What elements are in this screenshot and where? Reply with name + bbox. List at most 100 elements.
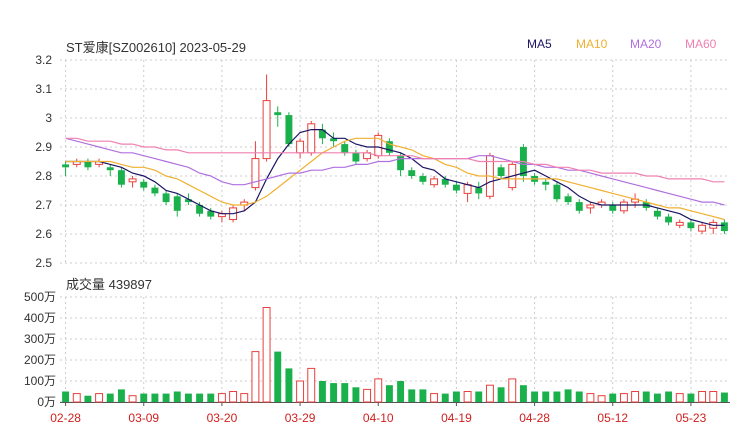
volume-bar bbox=[452, 391, 460, 402]
volume-bar bbox=[341, 383, 349, 402]
x-tick-label: 03-09 bbox=[128, 411, 159, 425]
volume-bar bbox=[475, 391, 483, 402]
candle-body bbox=[609, 205, 617, 211]
candle-body bbox=[151, 187, 159, 194]
candle-body bbox=[352, 152, 360, 162]
candle-body bbox=[586, 204, 595, 209]
volume-bar bbox=[374, 378, 383, 403]
volume-bar bbox=[597, 395, 606, 403]
candle-body bbox=[698, 224, 707, 232]
candle-body bbox=[140, 181, 148, 188]
volume-bar bbox=[642, 391, 650, 402]
volume-bar bbox=[542, 391, 550, 402]
price-tick-label: 2.8 bbox=[35, 169, 52, 183]
candle-body bbox=[62, 164, 70, 168]
candle-body bbox=[307, 123, 316, 154]
volume-tick-label: 500万 bbox=[24, 290, 56, 304]
volume-bar bbox=[675, 393, 684, 403]
volume-bar bbox=[687, 393, 695, 402]
chart-canvas: 3.2 3.1 3 2.9 2.8 2.7 2.6 2.5 500万 400万 300万 200万 10… bbox=[24, 53, 730, 425]
candle-body bbox=[619, 201, 628, 212]
volume-bar bbox=[229, 391, 238, 403]
candle-body bbox=[408, 170, 416, 176]
volume-bar bbox=[285, 368, 293, 402]
candle-body bbox=[475, 187, 483, 194]
candle-body bbox=[117, 170, 125, 185]
candle-body bbox=[285, 115, 293, 145]
volume-bar bbox=[553, 391, 561, 402]
volume-bar bbox=[419, 389, 427, 402]
volume-bar bbox=[531, 391, 539, 402]
price-tick-label: 2.9 bbox=[35, 140, 52, 154]
volume-bar bbox=[709, 391, 718, 403]
volume-bar bbox=[463, 391, 472, 403]
volume-bar bbox=[363, 388, 372, 403]
price-tick-label: 2.6 bbox=[35, 227, 52, 241]
volume-bar bbox=[162, 393, 170, 402]
price-tick-label: 3.1 bbox=[35, 82, 52, 96]
x-tick-label: 05-12 bbox=[597, 411, 628, 425]
candle-body bbox=[687, 222, 695, 229]
volume-bar bbox=[140, 393, 148, 402]
candle-body bbox=[251, 158, 260, 189]
volume-bar bbox=[128, 395, 137, 403]
price-tick-label: 2.5 bbox=[35, 256, 52, 270]
x-tick-label: 03-20 bbox=[207, 411, 238, 425]
volume-bar bbox=[441, 393, 449, 402]
volume-tick-label: 400万 bbox=[24, 311, 56, 325]
volume-bar bbox=[184, 393, 192, 402]
volume-bar bbox=[296, 380, 305, 403]
candle-body bbox=[274, 112, 282, 116]
x-tick-label: 05-23 bbox=[676, 411, 707, 425]
x-tick-label: 02-28 bbox=[50, 411, 81, 425]
volume-bar bbox=[575, 391, 583, 402]
volume-bar bbox=[586, 393, 595, 403]
x-tick-label: 04-10 bbox=[363, 411, 394, 425]
volume-bar bbox=[385, 385, 393, 402]
candle-body bbox=[84, 161, 92, 168]
volume-bar bbox=[251, 351, 260, 403]
volume-tick-label: 200万 bbox=[24, 353, 56, 367]
candle-body bbox=[128, 178, 137, 183]
price-tick-label: 2.7 bbox=[35, 198, 52, 212]
candle-body bbox=[162, 193, 170, 203]
volume-bar bbox=[665, 391, 673, 402]
volume-bar bbox=[631, 391, 640, 403]
x-tick-label: 04-19 bbox=[441, 411, 472, 425]
volume-bar bbox=[352, 387, 360, 402]
candle-body bbox=[341, 144, 349, 153]
volume-bar bbox=[430, 393, 439, 403]
volume-tick-label: 100万 bbox=[24, 374, 56, 388]
volume-tick-label: 0万 bbox=[37, 395, 56, 409]
candle-body bbox=[575, 202, 583, 211]
candle-body bbox=[397, 155, 405, 171]
volume-bar bbox=[485, 384, 494, 403]
candle-body bbox=[296, 140, 305, 154]
volume-bar bbox=[720, 392, 728, 402]
volume-bar bbox=[207, 393, 215, 402]
volume-tick-label: 300万 bbox=[24, 332, 56, 346]
stock-chart-panel: ST爱康[SZ002610] 2023-05-29 MA5 MA10 MA20 … bbox=[0, 0, 740, 440]
candle-body bbox=[106, 167, 114, 171]
x-tick-label: 04-28 bbox=[519, 411, 550, 425]
volume-bar bbox=[173, 391, 181, 402]
volume-bar bbox=[274, 351, 282, 402]
candle-body bbox=[542, 181, 550, 185]
volume-bar bbox=[151, 393, 159, 402]
volume-bar bbox=[84, 395, 92, 402]
volume-bar bbox=[72, 393, 81, 403]
volume-bar bbox=[497, 387, 505, 402]
volume-bar bbox=[62, 391, 70, 402]
volume-bar bbox=[262, 307, 271, 403]
candle-body bbox=[497, 167, 505, 176]
volume-bar bbox=[653, 393, 661, 402]
volume-bar bbox=[196, 393, 204, 402]
volume-bar bbox=[609, 393, 617, 402]
price-tick-label: 3.2 bbox=[35, 53, 52, 67]
x-tick-label: 03-29 bbox=[285, 411, 316, 425]
candle-body bbox=[675, 221, 684, 226]
candle-body bbox=[720, 222, 728, 232]
candle-body bbox=[553, 184, 561, 200]
candle-body bbox=[430, 178, 439, 186]
volume-bar bbox=[106, 393, 114, 402]
